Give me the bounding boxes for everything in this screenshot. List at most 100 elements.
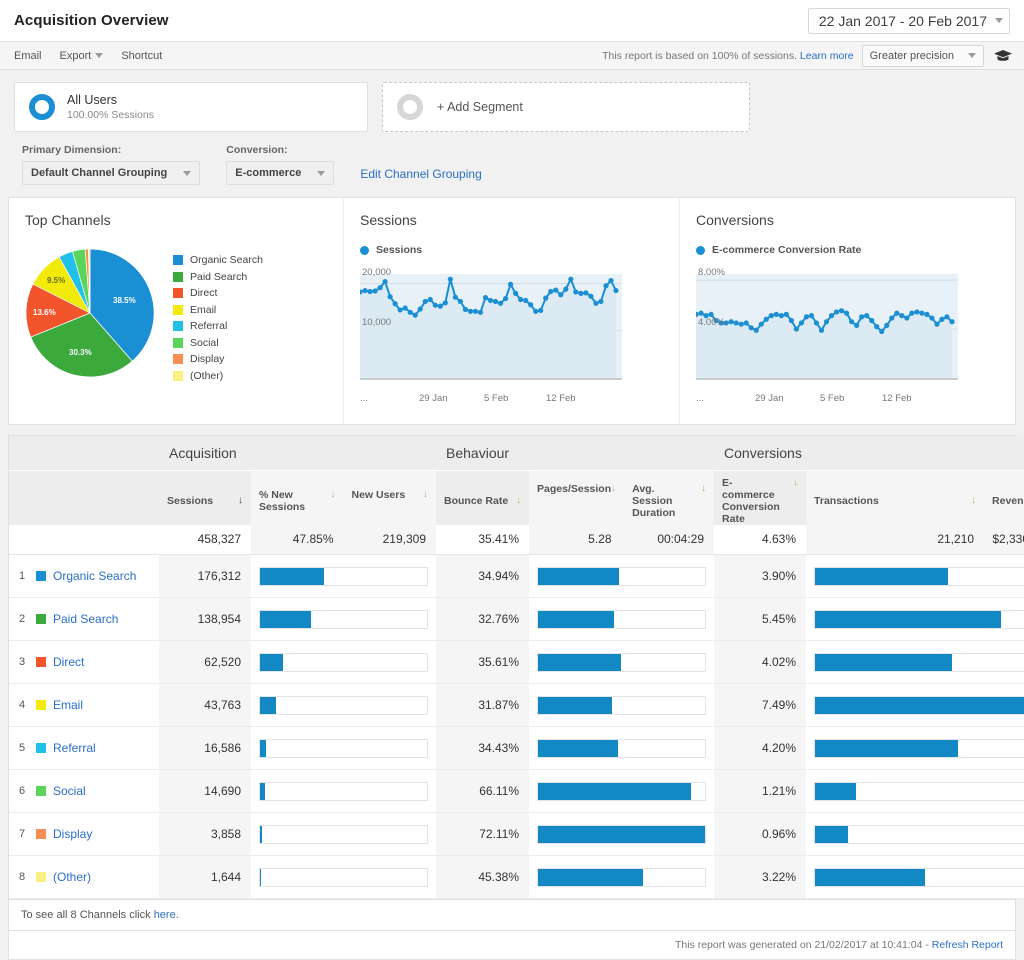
date-range-picker[interactable]: 22 Jan 2017 - 20 Feb 2017	[807, 7, 1010, 34]
channel-link[interactable]: (Other)	[53, 870, 91, 884]
channel-swatch-icon	[36, 829, 46, 839]
precision-select[interactable]: Greater precision	[861, 44, 984, 67]
legend-item[interactable]: Social	[173, 337, 263, 349]
col-header-bounce-rate[interactable]: Bounce Rate ↓	[436, 470, 530, 525]
legend-label: Organic Search	[190, 254, 263, 266]
email-button[interactable]: Email	[14, 50, 42, 62]
legend-item[interactable]: Paid Search	[173, 271, 263, 283]
export-label: Export	[59, 49, 92, 62]
bar-track	[814, 781, 1024, 801]
refresh-report-link[interactable]: Refresh Report	[932, 939, 1003, 951]
precision-value: Greater precision	[869, 49, 954, 62]
see-all-suffix: .	[175, 909, 179, 921]
table-group-header-row: Acquisition Behaviour Conversions	[9, 436, 1024, 471]
row-name-cell: 2 Paid Search	[9, 597, 159, 641]
sessions-xtick-1: 29 Jan	[419, 393, 448, 404]
sessions-line-chart[interactable]: 20,000 10,000	[357, 266, 663, 390]
sessions-xtick-0: ...	[360, 393, 368, 404]
group-acquisition: Acquisition	[159, 436, 437, 471]
bar-fill	[815, 610, 1001, 628]
table-row[interactable]: 3 Direct 62,520 35.61% 4.02%	[9, 640, 1024, 684]
channel-link[interactable]: Email	[53, 698, 83, 712]
table-row[interactable]: 5 Referral 16,586 34.43% 4.20%	[9, 726, 1024, 770]
legend-item[interactable]: (Other)	[173, 370, 263, 382]
legend-item[interactable]: Direct	[173, 287, 263, 299]
chevron-down-icon	[995, 18, 1003, 23]
see-all-link[interactable]: here	[154, 909, 176, 921]
table-rows-body: 1 Organic Search 176,312 34.94% 3.90% 2	[9, 554, 1024, 899]
bar-fill	[815, 653, 952, 671]
row-rank: 5	[19, 742, 26, 754]
col-header-revenue[interactable]: Revenue↓	[984, 470, 1024, 525]
table-row[interactable]: 1 Organic Search 176,312 34.94% 3.90%	[9, 554, 1024, 598]
col-header-new-sessions-users[interactable]: % New Sessions ↓ New Users ↓	[251, 470, 437, 525]
row-ecom-bar-cell	[806, 597, 1024, 641]
col-label: New Users	[351, 488, 406, 501]
bar-track	[537, 781, 707, 801]
legend-item[interactable]: Display	[173, 353, 263, 365]
generated-text: This report was generated on 21/02/2017 …	[674, 939, 932, 951]
channel-link[interactable]: Referral	[53, 741, 96, 755]
primary-dimension-value: Default Channel Grouping	[31, 167, 168, 179]
learn-more-link[interactable]: Learn more	[800, 50, 854, 62]
channel-link[interactable]: Paid Search	[53, 612, 118, 626]
table-row[interactable]: 6 Social 14,690 66.11% 1.21%	[9, 769, 1024, 813]
conversions-line-chart[interactable]: 8.00% 4.00%	[693, 266, 999, 390]
bar-fill	[538, 739, 618, 757]
row-ecom-bar-cell	[806, 640, 1024, 684]
edit-channel-grouping-link[interactable]: Edit Channel Grouping	[360, 167, 481, 185]
legend-label: Email	[190, 303, 217, 316]
row-ecom-rate-value: 3.90%	[714, 554, 807, 598]
table-row[interactable]: 8 (Other) 1,644 45.38% 3.22%	[9, 855, 1024, 899]
legend-item[interactable]: Referral	[173, 320, 263, 332]
legend-swatch-icon	[173, 370, 183, 381]
row-name-cell: 3 Direct	[9, 640, 159, 684]
channel-link[interactable]: Social	[53, 784, 86, 798]
bar-fill	[538, 825, 706, 843]
bar-track	[537, 824, 707, 844]
graduation-cap-icon[interactable]	[992, 48, 1014, 64]
group-behaviour: Behaviour	[436, 436, 715, 471]
table-row[interactable]: 2 Paid Search 138,954 32.76% 5.45%	[9, 597, 1024, 641]
chevron-down-icon	[183, 170, 192, 176]
conversions-panel: Conversions E-commerce Conversion Rate 8…	[679, 198, 1015, 424]
conversion-select[interactable]: E-commerce	[226, 161, 335, 185]
row-rank: 4	[19, 699, 26, 711]
channel-link[interactable]: Direct	[53, 655, 84, 669]
channel-link[interactable]: Organic Search	[53, 569, 136, 583]
row-bounce-rate-value: 72.11%	[436, 812, 530, 856]
row-bounce-bar-cell	[529, 812, 715, 856]
row-rank: 7	[19, 828, 26, 840]
row-ecom-bar-cell	[806, 769, 1024, 813]
legend-item[interactable]: Organic Search	[173, 254, 263, 266]
sessions-xtick-3: 12 Feb	[546, 393, 576, 404]
primary-dimension-select[interactable]: Default Channel Grouping	[22, 161, 201, 185]
row-sessions-bar-cell	[251, 683, 437, 727]
table-row[interactable]: 7 Display 3,858 72.11% 0.96%	[9, 812, 1024, 856]
channel-swatch-icon	[36, 872, 46, 882]
group-conversions: Conversions	[714, 436, 1024, 471]
col-header-pages-duration[interactable]: Pages/Session ↓ Avg. Session Duration ↓	[529, 470, 715, 525]
col-header-sessions[interactable]: Sessions ↓	[159, 470, 251, 525]
segment-all-users[interactable]: All Users 100.00% Sessions	[14, 82, 368, 132]
segment-name: All Users	[67, 92, 118, 107]
row-bounce-bar-cell	[529, 640, 715, 684]
row-sessions-bar-cell	[251, 554, 437, 598]
top-channels-pie-chart[interactable]: 38.5% 30.3% 13.6% 9.5%	[25, 248, 155, 378]
col-header-transactions[interactable]: Transactions ↓	[806, 470, 985, 525]
channel-link[interactable]: Display	[53, 827, 92, 841]
legend-item[interactable]: Email	[173, 304, 263, 316]
row-ecom-rate-value: 4.20%	[714, 726, 807, 770]
shortcut-button[interactable]: Shortcut	[121, 50, 162, 62]
conversions-xtick-3: 12 Feb	[882, 393, 912, 404]
bar-fill	[815, 739, 959, 757]
col-header-ecom-rate[interactable]: E-commerce Conversion Rate ↓	[714, 470, 807, 525]
add-segment-button[interactable]: + Add Segment	[382, 82, 750, 132]
export-button[interactable]: Export	[60, 50, 104, 62]
row-ecom-bar-cell	[806, 554, 1024, 598]
conversions-legend-label: E-commerce Conversion Rate	[712, 244, 862, 256]
pie-label-direct: 13.6%	[33, 308, 56, 317]
bar-fill	[815, 696, 1024, 714]
row-sessions-value: 176,312	[159, 554, 251, 598]
table-row[interactable]: 4 Email 43,763 31.87% 7.49%	[9, 683, 1024, 727]
